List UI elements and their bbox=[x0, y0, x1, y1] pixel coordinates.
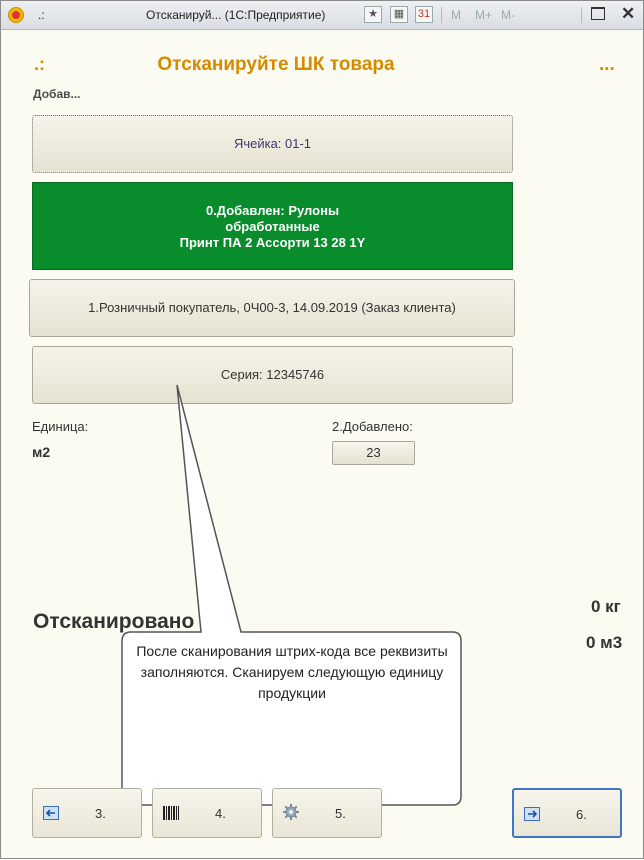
forward-button[interactable]: 6. bbox=[512, 788, 622, 838]
title-bar: .: Отсканируй... (1С:Предприятие) ★ ▦ 31… bbox=[1, 1, 643, 30]
added-item-line-2: обработанные bbox=[225, 219, 320, 234]
scanned-volume: 0 м3 bbox=[586, 633, 623, 652]
app-window: .: Отсканируй... (1С:Предприятие) ★ ▦ 31… bbox=[0, 0, 644, 859]
favorite-icon[interactable]: ★ bbox=[364, 6, 382, 23]
back-button[interactable]: 3. bbox=[32, 788, 142, 838]
added-item-line-3: Принт ПА 2 Ассорти 13 28 1Y bbox=[179, 235, 366, 250]
barcode-button-label: 4. bbox=[215, 806, 226, 821]
toolbar-separator bbox=[441, 7, 442, 23]
callout-text: После сканирования штрих-кода все реквиз… bbox=[136, 643, 448, 701]
memory-subtract-button[interactable]: M- bbox=[501, 8, 515, 22]
header-dots: .: bbox=[34, 54, 45, 74]
settings-button-label: 5. bbox=[335, 806, 346, 821]
forward-arrow-icon bbox=[524, 807, 540, 821]
added-count-field[interactable]: 23 bbox=[332, 441, 415, 465]
cell-button[interactable]: Ячейка: 01-1 bbox=[32, 115, 513, 173]
order-button[interactable]: 1.Розничный покупатель, 0Ч00-3, 14.09.20… bbox=[29, 279, 515, 337]
added-item-line-1: 0.Добавлен: Рулоны bbox=[205, 203, 340, 218]
barcode-icon bbox=[163, 806, 179, 820]
more-button[interactable]: ... bbox=[599, 54, 615, 76]
memory-button[interactable]: M bbox=[451, 8, 461, 22]
maximize-icon[interactable] bbox=[591, 7, 605, 20]
scanned-title: Отсканировано bbox=[33, 610, 195, 633]
memory-add-button[interactable]: M+ bbox=[475, 8, 492, 22]
toolbar-separator bbox=[581, 7, 582, 23]
added-item-panel: 0.Добавлен: Рулоны обработанные Принт ПА… bbox=[32, 182, 513, 270]
settings-button[interactable]: 5. bbox=[272, 788, 382, 838]
gear-icon bbox=[283, 804, 299, 820]
close-icon[interactable]: ✕ bbox=[621, 4, 635, 24]
calendar-icon[interactable]: 31 bbox=[415, 6, 433, 23]
window-title: Отсканируй... (1С:Предприятие) bbox=[146, 8, 326, 22]
page-title: Отсканируйте ШК товара bbox=[157, 54, 395, 75]
back-arrow-icon bbox=[43, 806, 59, 820]
scanned-weight: 0 кг bbox=[591, 597, 621, 616]
added-count-label: 2.Добавлено: bbox=[332, 419, 413, 434]
calculator-icon[interactable]: ▦ bbox=[390, 6, 408, 23]
added-label: Добав... bbox=[33, 87, 81, 101]
unit-value: м2 bbox=[32, 444, 51, 460]
back-button-label: 3. bbox=[95, 806, 106, 821]
app-logo-icon[interactable] bbox=[8, 7, 24, 23]
serial-button[interactable]: Серия: 12345746 bbox=[32, 346, 513, 404]
forward-button-label: 6. bbox=[576, 807, 587, 822]
unit-label: Единица: bbox=[32, 419, 89, 434]
barcode-button[interactable]: 4. bbox=[152, 788, 262, 838]
window-dots: .: bbox=[38, 8, 45, 22]
